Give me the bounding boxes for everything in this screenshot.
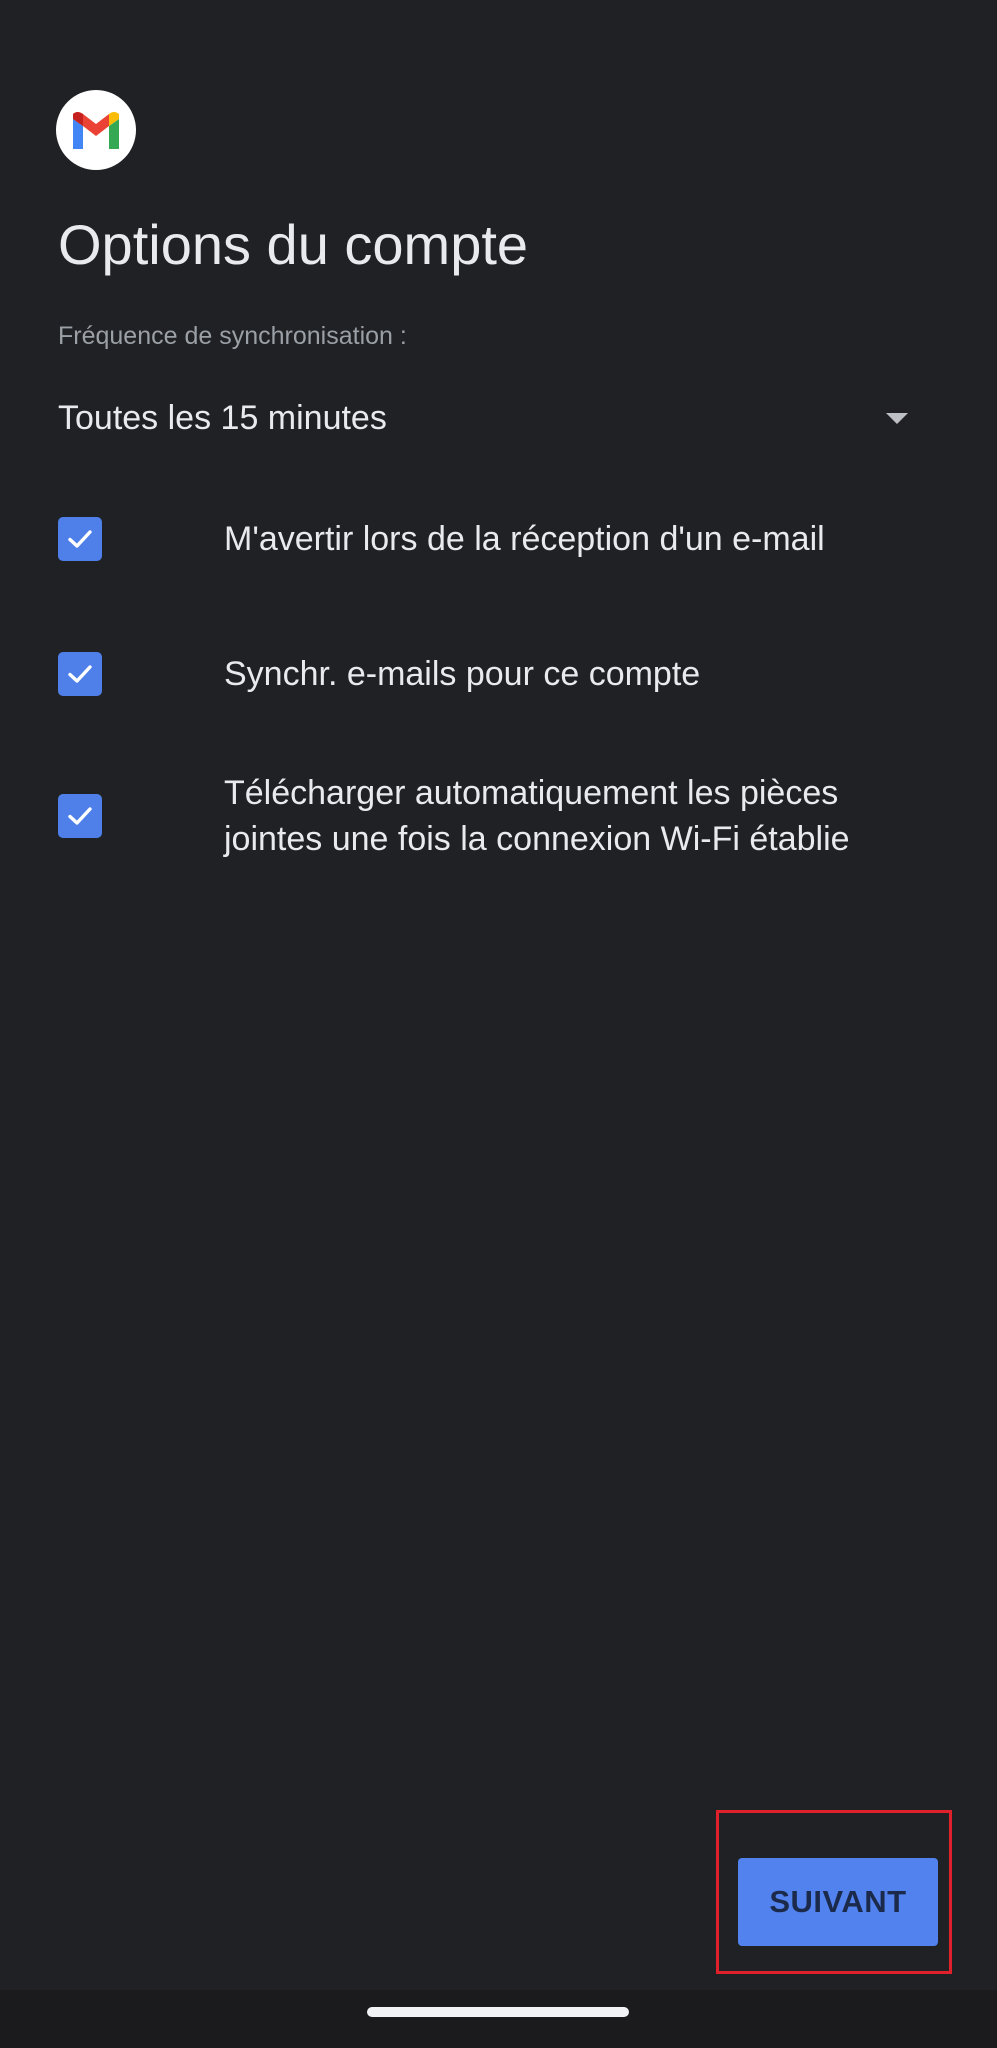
sync-frequency-value: Toutes les 15 minutes (58, 399, 387, 437)
page-title: Options du compte (58, 213, 529, 276)
dropdown-caret-icon (886, 412, 908, 424)
option-label: Synchr. e-mails pour ce compte (224, 655, 701, 693)
option-sync-emails[interactable]: Synchr. e-mails pour ce compte (58, 651, 938, 697)
system-navigation-bar (0, 1990, 997, 2048)
next-button[interactable]: SUIVANT (738, 1858, 938, 1946)
option-notify-new-email[interactable]: M'avertir lors de la réception d'un e-ma… (58, 516, 938, 562)
option-auto-download-attachments[interactable]: Télécharger automatiquement les pièces j… (58, 770, 938, 862)
download-checkbox[interactable] (58, 794, 102, 838)
checkmark-icon (68, 665, 92, 683)
sync-checkbox[interactable] (58, 652, 102, 696)
checkmark-icon (68, 530, 92, 548)
sync-frequency-label: Fréquence de synchronisation : (58, 322, 407, 350)
notify-checkbox[interactable] (58, 517, 102, 561)
gmail-logo-icon (56, 90, 136, 170)
option-label: M'avertir lors de la réception d'un e-ma… (224, 520, 825, 558)
sync-frequency-dropdown[interactable]: Toutes les 15 minutes (58, 388, 920, 448)
option-label: Télécharger automatiquement les pièces j… (224, 774, 850, 858)
checkmark-icon (68, 807, 92, 825)
home-gesture-handle[interactable] (367, 2007, 629, 2017)
account-options-screen: Options du compte Fréquence de synchroni… (0, 0, 997, 1990)
